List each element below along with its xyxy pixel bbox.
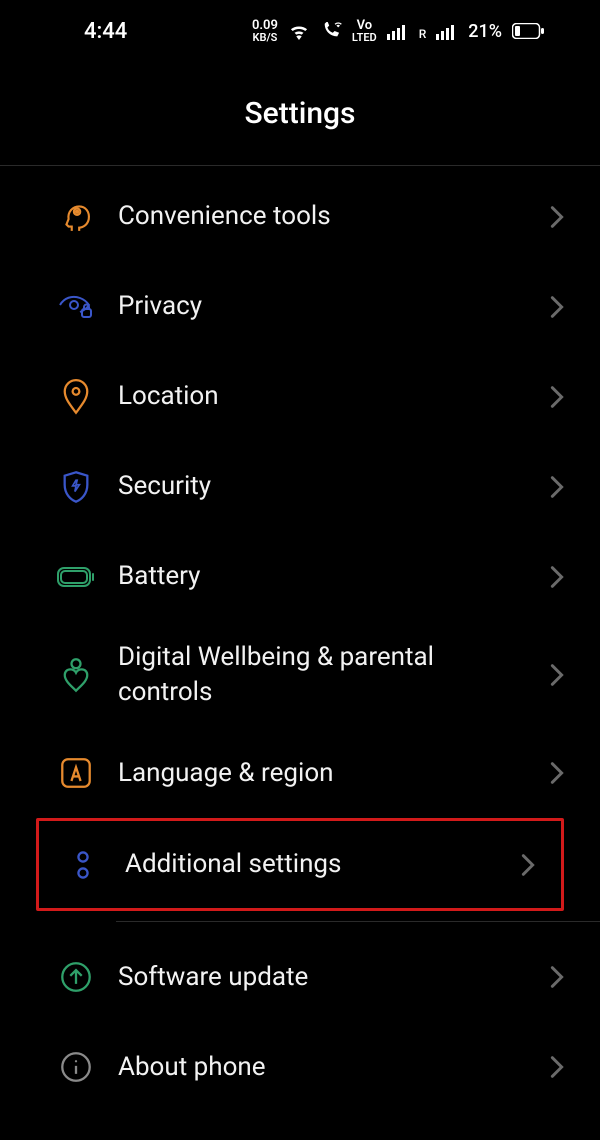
item-label: Additional settings [111, 847, 515, 882]
chevron-right-icon [544, 965, 570, 989]
item-convenience-tools[interactable]: Convenience tools [0, 172, 600, 262]
signal-icon-2 [436, 22, 458, 40]
chevron-right-icon [544, 205, 570, 229]
item-location[interactable]: Location [0, 352, 600, 442]
item-label: Privacy [104, 289, 544, 324]
item-label: Security [104, 469, 544, 504]
item-label: Software update [104, 960, 544, 995]
item-additional-settings[interactable]: Additional settings [36, 818, 564, 911]
head-icon [48, 200, 104, 234]
chevron-right-icon [544, 1055, 570, 1079]
signal-r: R [419, 27, 427, 41]
language-icon [48, 757, 104, 789]
page-header: Settings [0, 62, 600, 166]
chevron-right-icon [544, 663, 570, 687]
item-digital-wellbeing[interactable]: Digital Wellbeing & parental controls [0, 622, 600, 728]
eye-lock-icon [48, 293, 104, 321]
status-right: 0.09 KB/S Vo LTED R 21% [252, 19, 544, 43]
item-language-region[interactable]: Language & region [0, 728, 600, 818]
item-privacy[interactable]: Privacy [0, 262, 600, 352]
item-label: Digital Wellbeing & parental controls [104, 640, 544, 710]
status-time: 4:44 [84, 19, 127, 44]
person-heart-icon [48, 657, 104, 693]
chevron-right-icon [544, 761, 570, 785]
status-bar: 4:44 0.09 KB/S Vo LTED R 21% [0, 0, 600, 62]
dots-icon [55, 849, 111, 881]
chevron-right-icon [544, 475, 570, 499]
shield-icon [48, 470, 104, 504]
section-divider [116, 921, 600, 922]
item-label: Language & region [104, 756, 544, 791]
call-wifi-icon [320, 22, 342, 40]
signal-icon [387, 22, 409, 40]
item-about-phone[interactable]: About phone [0, 1022, 600, 1112]
chevron-right-icon [544, 565, 570, 589]
chevron-right-icon [515, 853, 541, 877]
battery-icon [512, 23, 544, 39]
item-security[interactable]: Security [0, 442, 600, 532]
volte-indicator: Vo LTED [352, 19, 377, 43]
chevron-right-icon [544, 295, 570, 319]
battery-pct: 21% [468, 21, 502, 42]
info-icon [48, 1051, 104, 1083]
chevron-right-icon [544, 385, 570, 409]
update-arrow-icon [48, 961, 104, 993]
page-title: Settings [244, 96, 355, 131]
location-pin-icon [48, 379, 104, 415]
item-software-update[interactable]: Software update [0, 932, 600, 1022]
settings-list: Convenience tools Privacy Location Secur… [0, 166, 600, 1112]
wifi-icon [288, 22, 310, 40]
item-label: Convenience tools [104, 199, 544, 234]
item-battery[interactable]: Battery [0, 532, 600, 622]
net-speed: 0.09 KB/S [252, 19, 278, 43]
item-label: Location [104, 379, 544, 414]
battery-icon [48, 567, 104, 587]
item-label: About phone [104, 1050, 544, 1085]
item-label: Battery [104, 559, 544, 594]
